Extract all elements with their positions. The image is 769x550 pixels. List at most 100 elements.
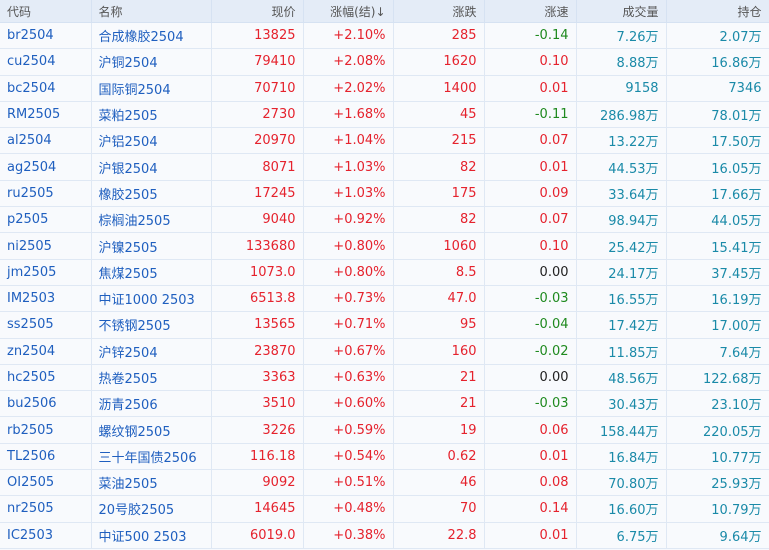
table-row[interactable]: TL2506 三十年国债2506 116.18 +0.54% 0.62 0.01 16.84…	[0, 443, 769, 471]
cell-open-interest: 10.79万	[666, 495, 769, 523]
cell-speed: 0.01	[484, 75, 577, 102]
cell-price: 3510	[211, 390, 304, 418]
table-row[interactable]: al2504 沪铝2504 20970 +1.04% 215 0.07 13.22万 17.5…	[0, 127, 769, 155]
cell-open-interest: 23.10万	[666, 390, 769, 418]
cell-price: 13565	[211, 311, 304, 339]
cell-price: 133680	[211, 232, 304, 260]
cell-price: 9092	[211, 469, 304, 497]
cell-price: 14645	[211, 495, 304, 523]
table-row[interactable]: rb2505 螺纹钢2505 3226 +0.59% 19 0.06 158.44万 220.…	[0, 416, 769, 444]
table-row[interactable]: OI2505 菜油2505 9092 +0.51% 46 0.08 70.80万 25.93万	[0, 469, 769, 497]
cell-change: 285	[393, 22, 485, 50]
cell-speed: 0.07	[484, 127, 577, 155]
cell-open-interest: 16.19万	[666, 285, 769, 313]
table-row[interactable]: cu2504 沪铜2504 79410 +2.08% 1620 0.10 8.88万 16.8…	[0, 48, 769, 76]
cell-volume: 286.98万	[576, 101, 667, 129]
cell-change-pct: +1.03%	[303, 180, 394, 208]
table-row[interactable]: zn2504 沪锌2504 23870 +0.67% 160 -0.02 11.85万 7.6…	[0, 338, 769, 365]
cell-volume: 24.17万	[576, 259, 667, 286]
table-row[interactable]: jm2505 焦煤2505 1073.0 +0.80% 8.5 0.00 24.17万 37.…	[0, 259, 769, 286]
cell-volume: 158.44万	[576, 416, 667, 444]
column-header-volume[interactable]: 成交量	[576, 0, 667, 23]
table-row[interactable]: br2504 合成橡胶2504 13825 +2.10% 285 -0.14 7.26万 2.…	[0, 22, 769, 50]
table-row[interactable]: ss2505 不锈钢2505 13565 +0.71% 95 -0.04 17.42万 17.…	[0, 311, 769, 339]
cell-code: cu2504	[0, 48, 92, 76]
cell-volume: 16.60万	[576, 495, 667, 523]
cell-volume: 13.22万	[576, 127, 667, 155]
table-row[interactable]: bc2504 国际铜2504 70710 +2.02% 1400 0.01 9158 7346	[0, 75, 769, 102]
column-header-name[interactable]: 名称	[91, 0, 212, 23]
cell-code: p2505	[0, 206, 92, 234]
cell-price: 6019.0	[211, 522, 304, 549]
cell-change-pct: +0.54%	[303, 443, 394, 471]
cell-change-pct: +0.63%	[303, 364, 394, 392]
cell-speed: 0.07	[484, 206, 577, 234]
cell-code: zn2504	[0, 338, 92, 365]
table-row[interactable]: RM2505 菜粕2505 2730 +1.68% 45 -0.11 286.98万 78.0…	[0, 101, 769, 129]
cell-price: 9040	[211, 206, 304, 234]
cell-volume: 7.26万	[576, 22, 667, 50]
cell-name: 沪镍2505	[91, 232, 212, 260]
cell-change: 0.62	[393, 443, 485, 471]
cell-code: nr2505	[0, 495, 92, 523]
cell-change-pct: +2.10%	[303, 22, 394, 50]
cell-open-interest: 17.66万	[666, 180, 769, 208]
column-header-price[interactable]: 现价	[211, 0, 304, 23]
column-header-change-pct[interactable]: 涨幅(结)↓	[303, 0, 394, 23]
cell-volume: 17.42万	[576, 311, 667, 339]
cell-speed: 0.06	[484, 416, 577, 444]
table-row[interactable]: IM2503 中证1000 2503 6513.8 +0.73% 47.0 -0.03 16…	[0, 285, 769, 313]
cell-change: 82	[393, 206, 485, 234]
cell-speed: 0.00	[484, 259, 577, 286]
column-header-speed[interactable]: 涨速	[484, 0, 577, 23]
table-row[interactable]: ru2505 橡胶2505 17245 +1.03% 175 0.09 33.64万 17.6…	[0, 180, 769, 208]
cell-code: RM2505	[0, 101, 92, 129]
cell-change-pct: +0.60%	[303, 390, 394, 418]
column-header-open-interest[interactable]: 持仓	[666, 0, 769, 23]
table-row[interactable]: p2505 棕榈油2505 9040 +0.92% 82 0.07 98.94万 44.05万	[0, 206, 769, 234]
cell-speed: 0.09	[484, 180, 577, 208]
cell-open-interest: 7346	[666, 75, 769, 102]
cell-change-pct: +1.68%	[303, 101, 394, 129]
table-row[interactable]: hc2505 热卷2505 3363 +0.63% 21 0.00 48.56万 122.68…	[0, 364, 769, 392]
cell-volume: 16.55万	[576, 285, 667, 313]
cell-code: ss2505	[0, 311, 92, 339]
cell-volume: 44.53万	[576, 153, 667, 181]
table-row[interactable]: bu2506 沥青2506 3510 +0.60% 21 -0.03 30.43万 23.10…	[0, 390, 769, 418]
cell-price: 8071	[211, 153, 304, 181]
cell-open-interest: 25.93万	[666, 469, 769, 497]
cell-name: 棕榈油2505	[91, 206, 212, 234]
cell-change-pct: +2.02%	[303, 75, 394, 102]
cell-name: 三十年国债2506	[91, 443, 212, 471]
cell-code: OI2505	[0, 469, 92, 497]
cell-change: 22.8	[393, 522, 485, 549]
cell-change: 82	[393, 153, 485, 181]
cell-name: 20号胶2505	[91, 495, 212, 523]
cell-change: 70	[393, 495, 485, 523]
cell-speed: 0.01	[484, 443, 577, 471]
table-row[interactable]: IC2503 中证500 2503 6019.0 +0.38% 22.8 0.01 6.75…	[0, 522, 769, 549]
cell-price: 23870	[211, 338, 304, 365]
cell-code: TL2506	[0, 443, 92, 471]
table-row[interactable]: ag2504 沪银2504 8071 +1.03% 82 0.01 44.53万 16.05万	[0, 153, 769, 181]
cell-volume: 6.75万	[576, 522, 667, 549]
cell-price: 20970	[211, 127, 304, 155]
cell-price: 70710	[211, 75, 304, 102]
cell-open-interest: 2.07万	[666, 22, 769, 50]
table-row[interactable]: nr2505 20号胶2505 14645 +0.48% 70 0.14 16.60万 10.…	[0, 495, 769, 523]
cell-change-pct: +0.80%	[303, 259, 394, 286]
cell-open-interest: 37.45万	[666, 259, 769, 286]
cell-open-interest: 16.86万	[666, 48, 769, 76]
cell-speed: 0.14	[484, 495, 577, 523]
table-row[interactable]: ni2505 沪镍2505 133680 +0.80% 1060 0.10 25.42万 15…	[0, 232, 769, 260]
cell-code: bu2506	[0, 390, 92, 418]
cell-change: 215	[393, 127, 485, 155]
cell-price: 116.18	[211, 443, 304, 471]
cell-change: 21	[393, 390, 485, 418]
cell-speed: 0.08	[484, 469, 577, 497]
cell-price: 13825	[211, 22, 304, 50]
column-header-change[interactable]: 涨跌	[393, 0, 485, 23]
column-header-code[interactable]: 代码	[0, 0, 92, 23]
cell-price: 3363	[211, 364, 304, 392]
cell-speed: -0.11	[484, 101, 577, 129]
